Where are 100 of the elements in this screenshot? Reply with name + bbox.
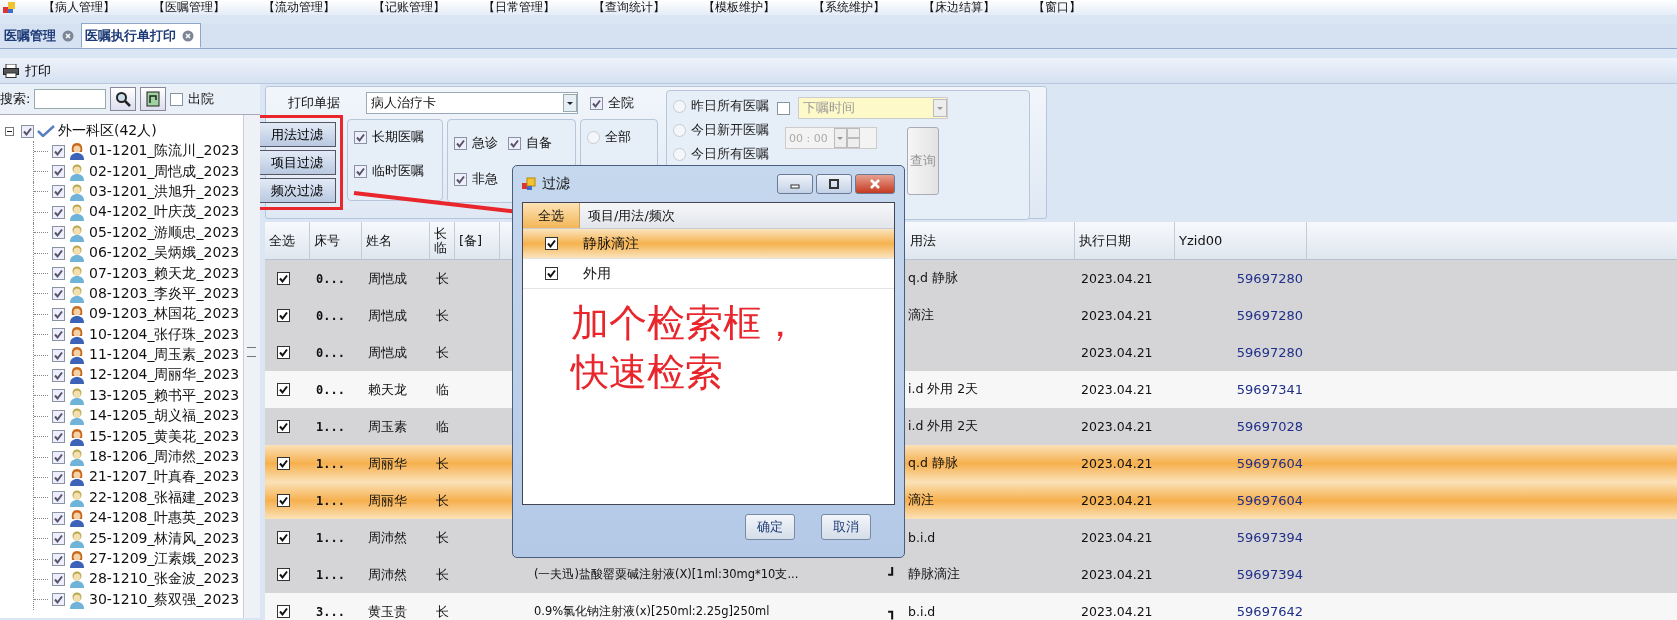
checkbox[interactable] bbox=[52, 246, 65, 260]
scope-radio[interactable]: 全部 bbox=[587, 128, 651, 146]
checkbox[interactable] bbox=[52, 205, 65, 219]
list-row[interactable]: 外用 bbox=[523, 259, 894, 289]
tree-item[interactable]: 05-1202_游顺忠_2023 bbox=[89, 223, 240, 242]
checkbox[interactable] bbox=[277, 494, 290, 507]
menu-item[interactable]: 【系统维护】 bbox=[813, 0, 885, 15]
checkbox[interactable] bbox=[777, 101, 790, 115]
column-header[interactable]: 项目/用法/频次 bbox=[580, 203, 894, 228]
checkbox[interactable] bbox=[170, 92, 184, 106]
checkbox[interactable] bbox=[52, 593, 65, 607]
tree-item[interactable]: 21-1207_叶真春_2023 bbox=[89, 468, 240, 487]
checkbox[interactable] bbox=[277, 420, 290, 433]
close-icon[interactable] bbox=[62, 29, 74, 42]
checkbox[interactable] bbox=[52, 430, 65, 444]
tree-item[interactable]: 14-1205_胡义福_2023 bbox=[89, 407, 240, 426]
maximize-button[interactable] bbox=[816, 174, 852, 194]
checkbox[interactable] bbox=[277, 309, 290, 322]
checkbox[interactable] bbox=[52, 389, 65, 403]
document-dropdown[interactable]: 病人治疗卡 bbox=[366, 92, 578, 114]
dialog-button[interactable]: 确定 bbox=[745, 514, 795, 540]
menu-item[interactable]: 【医嘱管理】 bbox=[153, 0, 225, 15]
checkbox[interactable] bbox=[277, 346, 290, 359]
filter-button[interactable]: 项目过滤 bbox=[258, 150, 336, 175]
checkbox[interactable] bbox=[277, 568, 290, 581]
tree-item[interactable]: 01-1201_陈流川_2023 bbox=[89, 142, 240, 161]
checkbox[interactable] bbox=[454, 136, 467, 150]
minimize-button[interactable] bbox=[777, 174, 813, 194]
menu-item[interactable]: 【病人管理】 bbox=[43, 0, 115, 15]
tree-item[interactable]: 06-1202_吴炳娥_2023 bbox=[89, 244, 240, 263]
table-row[interactable]: 1... 周沛然 长 (一夫迅)盐酸罂粟碱注射液(X)[1ml:30mg*10支... ┛ 静脉滴注 2023.04.21 59697394 bbox=[265, 556, 1677, 593]
checkbox[interactable] bbox=[52, 226, 65, 240]
tree-item[interactable]: 10-1204_张仔珠_2023 bbox=[89, 325, 240, 344]
checkbox[interactable] bbox=[21, 124, 34, 138]
checkbox[interactable] bbox=[52, 572, 65, 586]
checkbox[interactable] bbox=[52, 165, 65, 179]
radio-button[interactable] bbox=[673, 99, 686, 113]
checkbox[interactable] bbox=[52, 144, 65, 158]
menu-item[interactable]: 【流动管理】 bbox=[263, 0, 335, 15]
filter-button[interactable]: 用法过滤 bbox=[258, 122, 336, 147]
period-radio[interactable]: 今日新开医嘱 bbox=[673, 121, 769, 139]
table-row[interactable]: 3... 黄玉贵 长 0.9%氯化钠注射液(x)[250ml:2.25g]250ml ┓ b.i.d 2023.04.21 59697642 bbox=[265, 593, 1677, 620]
tree-node[interactable]: 外一科区(42人) bbox=[58, 122, 157, 140]
checkbox[interactable] bbox=[544, 237, 558, 250]
checkbox[interactable] bbox=[277, 383, 290, 396]
tree-item[interactable]: 18-1206_周沛然_2023 bbox=[89, 448, 240, 467]
order-type-checkbox[interactable]: 长期医嘱 bbox=[354, 128, 436, 146]
checkbox[interactable] bbox=[277, 605, 290, 618]
checkbox[interactable] bbox=[508, 136, 521, 150]
tree-item[interactable]: 30-1210_蔡双强_2023 bbox=[89, 590, 240, 609]
search-field[interactable] bbox=[34, 89, 107, 109]
column-header[interactable]: 全选 bbox=[265, 222, 310, 259]
tree-item[interactable]: 24-1208_叶惠英_2023 bbox=[89, 509, 240, 528]
document-button[interactable] bbox=[140, 87, 167, 111]
column-header[interactable]: 床号 bbox=[310, 222, 362, 259]
column-header[interactable]: [备] bbox=[455, 222, 500, 259]
tree-item[interactable]: 12-1204_周丽华_2023 bbox=[89, 366, 240, 385]
checkbox[interactable] bbox=[52, 532, 65, 546]
checkbox[interactable] bbox=[354, 164, 367, 178]
order-type-checkbox[interactable]: 临时医嘱 bbox=[354, 162, 436, 180]
checkbox[interactable] bbox=[52, 328, 65, 342]
checkbox[interactable] bbox=[544, 267, 558, 280]
filter-button[interactable]: 频次过滤 bbox=[258, 178, 336, 203]
tab[interactable]: 医嘱执行单打印 bbox=[81, 23, 201, 48]
checkbox[interactable] bbox=[52, 470, 65, 484]
menu-item[interactable]: 【模板维护】 bbox=[703, 0, 775, 15]
tab[interactable]: 医嘱管理 bbox=[0, 23, 81, 48]
menu-item[interactable]: 【日常管理】 bbox=[483, 0, 555, 15]
column-header[interactable]: 执行日期 bbox=[1075, 222, 1175, 259]
checkbox[interactable] bbox=[354, 130, 367, 144]
whole-hospital-checkbox[interactable]: 全院 bbox=[590, 94, 634, 112]
tree-item[interactable]: 07-1203_赖天龙_2023 bbox=[89, 264, 240, 283]
tree-item[interactable]: 25-1209_林清风_2023 bbox=[89, 529, 240, 548]
checkbox[interactable] bbox=[52, 348, 65, 362]
search-button[interactable] bbox=[110, 87, 137, 111]
tree-item[interactable]: 04-1202_叶庆茂_2023 bbox=[89, 203, 240, 222]
checkbox[interactable] bbox=[590, 96, 603, 110]
tree-item[interactable]: 22-1208_张福建_2023 bbox=[89, 488, 240, 507]
column-header[interactable]: 全选 bbox=[523, 203, 580, 228]
tree-item[interactable]: 27-1209_江素娥_2023 bbox=[89, 550, 240, 568]
tree-item[interactable]: 28-1210_张金波_2023 bbox=[89, 570, 240, 589]
close-button[interactable] bbox=[855, 174, 895, 194]
radio-button[interactable] bbox=[673, 147, 686, 161]
checkbox[interactable] bbox=[52, 287, 65, 301]
urgency-checkbox[interactable]: 急诊 bbox=[454, 134, 498, 152]
close-icon[interactable] bbox=[182, 29, 194, 42]
urgency-checkbox[interactable]: 非急 bbox=[454, 170, 498, 188]
column-header[interactable]: 长临 bbox=[430, 222, 455, 259]
discharged-checkbox[interactable]: 出院 bbox=[170, 90, 215, 108]
checkbox[interactable] bbox=[52, 511, 65, 525]
menu-item[interactable]: 【床边结算】 bbox=[923, 0, 995, 15]
checkbox[interactable] bbox=[52, 185, 65, 199]
tree-item[interactable]: 09-1203_林国花_2023 bbox=[89, 305, 240, 324]
column-header[interactable]: Yzid00 bbox=[1175, 222, 1307, 259]
checkbox[interactable] bbox=[52, 409, 65, 423]
checkbox[interactable] bbox=[454, 172, 467, 186]
checkbox[interactable] bbox=[277, 531, 290, 544]
collapse-icon[interactable] bbox=[5, 126, 14, 136]
radio-button[interactable] bbox=[673, 123, 686, 137]
tree-item[interactable]: 02-1201_周恺成_2023 bbox=[89, 162, 240, 181]
